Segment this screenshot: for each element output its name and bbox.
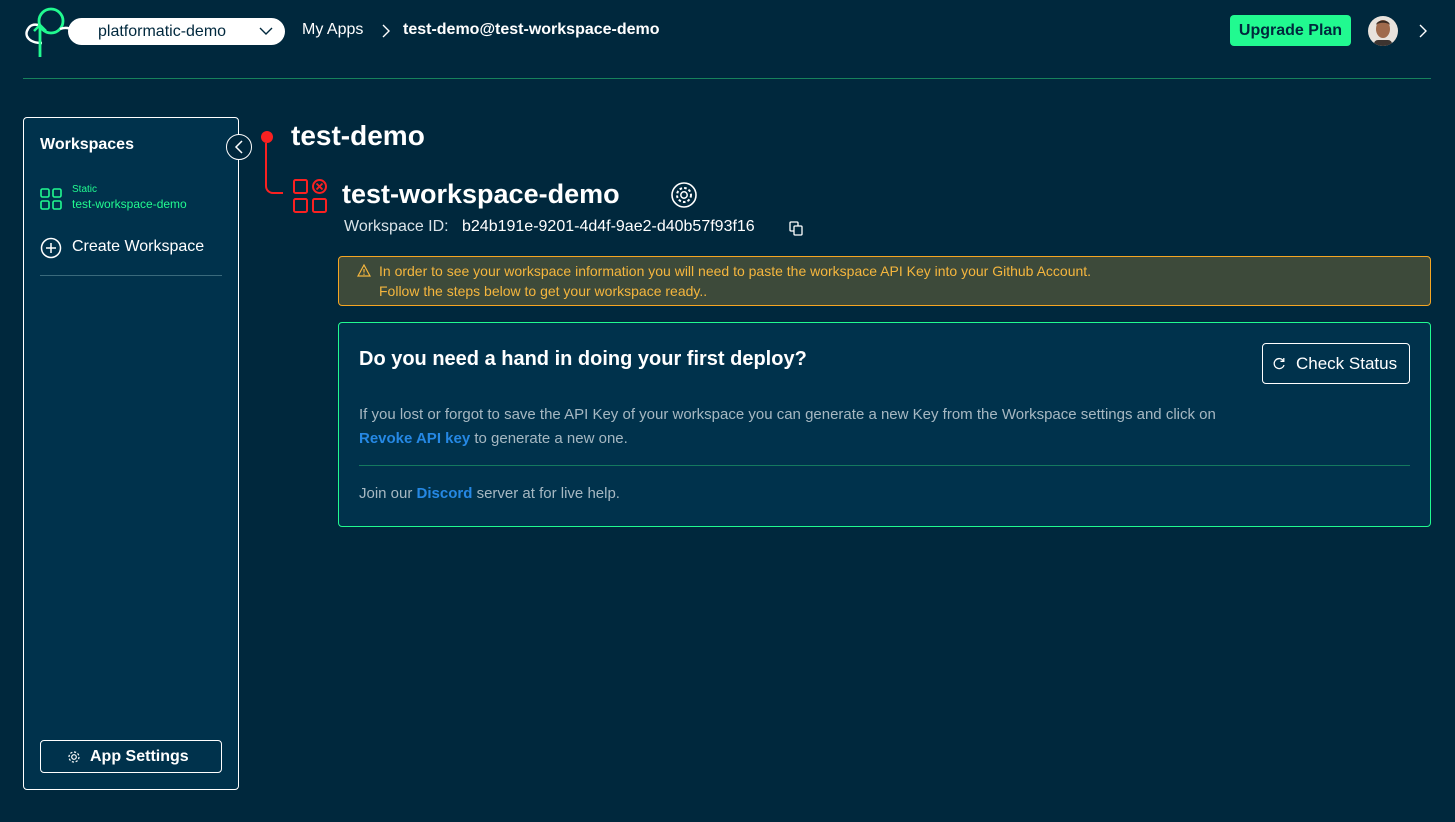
app-settings-label: App Settings (90, 748, 189, 765)
warning-icon (357, 264, 371, 277)
workspace-grid-icon (40, 188, 62, 210)
help-discord-text-end: server at for live help. (472, 485, 620, 502)
workspace-type: Static (72, 184, 98, 195)
sidebar-divider (40, 275, 222, 276)
upgrade-plan-button[interactable]: Upgrade Plan (1230, 15, 1351, 46)
workspace-id-value: b24b191e-9201-4d4f-9ae2-d40b57f93f16 (462, 218, 755, 235)
help-card-title: Do you need a hand in doing your first d… (359, 348, 807, 370)
app-settings-button[interactable]: App Settings (40, 740, 222, 773)
check-status-button[interactable]: Check Status (1262, 343, 1410, 384)
help-api-key-text-end: to generate a new one. (470, 430, 628, 447)
top-bar: platformatic-demo My Apps test-demo@test… (0, 0, 1455, 62)
warning-text-line-1: In order to see your workspace informati… (379, 263, 1092, 279)
sidebar-item-workspace[interactable]: Static test-workspace-demo (40, 184, 230, 216)
copy-icon[interactable] (789, 221, 803, 236)
app-status-dot (261, 131, 273, 143)
help-api-key-text: If you lost or forgot to save the API Ke… (359, 406, 1216, 423)
gear-icon[interactable] (671, 182, 697, 208)
check-status-label: Check Status (1296, 354, 1398, 373)
avatar-image (1368, 16, 1398, 46)
org-selector[interactable]: platformatic-demo (68, 18, 285, 45)
app-title: test-demo (291, 120, 425, 151)
revoke-api-key-link[interactable]: Revoke API key (359, 430, 470, 447)
create-workspace-label: Create Workspace (72, 238, 205, 255)
breadcrumb-my-apps[interactable]: My Apps (302, 21, 363, 39)
discord-link[interactable]: Discord (417, 485, 473, 502)
tree-connector (265, 143, 283, 194)
help-api-key-paragraph: If you lost or forgot to save the API Ke… (359, 403, 1259, 451)
top-divider (23, 78, 1431, 79)
refresh-icon (1273, 357, 1285, 370)
workspace-id-label: Workspace ID: (344, 218, 449, 235)
help-discord-text: Join our (359, 485, 417, 502)
collapse-sidebar-button[interactable] (226, 134, 252, 160)
chevron-down-icon (259, 27, 273, 35)
deploy-help-card: Do you need a hand in doing your first d… (338, 322, 1431, 527)
chevron-right-icon[interactable] (1417, 24, 1429, 38)
help-discord-paragraph: Join our Discord server at for live help… (359, 485, 620, 502)
workspaces-sidebar: Workspaces Static test-workspace-demo Cr… (23, 117, 252, 790)
gear-icon (68, 751, 80, 763)
org-name: platformatic-demo (98, 23, 227, 40)
breadcrumb-current: test-demo@test-workspace-demo (403, 21, 660, 38)
workspace-name: test-workspace-demo (72, 197, 187, 211)
plus-circle-icon (40, 237, 62, 259)
create-workspace-button[interactable]: Create Workspace (40, 236, 230, 259)
avatar[interactable] (1368, 16, 1398, 46)
chevron-left-icon (234, 140, 243, 154)
workspace-title: test-workspace-demo (342, 179, 620, 209)
sidebar-title: Workspaces (40, 136, 134, 153)
warning-text-line-2: Follow the steps below to get your works… (379, 283, 708, 299)
workspace-error-icon (293, 179, 327, 213)
warning-banner: In order to see your workspace informati… (338, 256, 1431, 306)
help-divider (359, 465, 1410, 466)
platformatic-logo-icon[interactable] (22, 3, 94, 59)
chevron-right-icon (382, 24, 390, 38)
